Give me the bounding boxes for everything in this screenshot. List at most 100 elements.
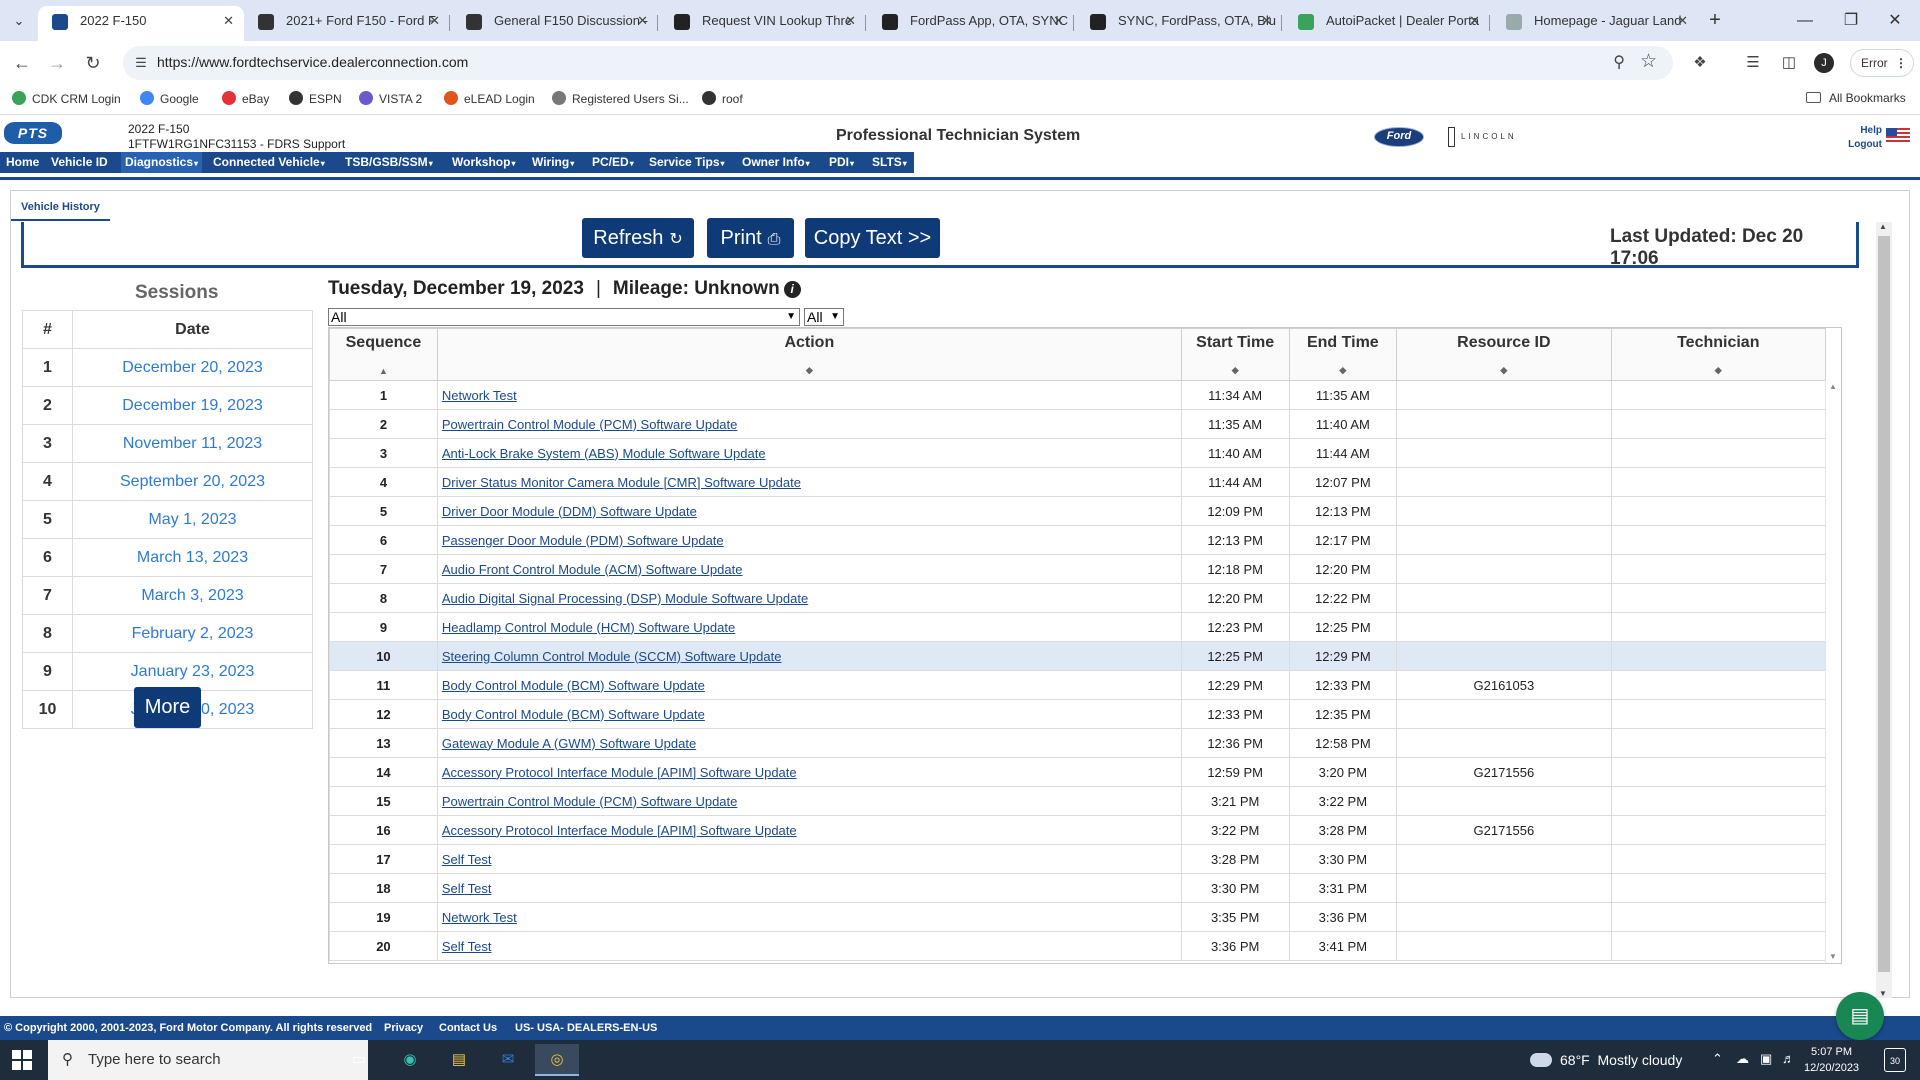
nav-item-pc-ed[interactable]: PC/ED▾ [588, 152, 638, 173]
table-row[interactable]: 11 Body Control Module (BCM) Software Upd… [329, 670, 1827, 700]
browser-tab[interactable]: Request VIN Lookup Thre ✕ [660, 6, 866, 41]
bookmark-item[interactable]: ESPN [289, 91, 342, 106]
weather-widget[interactable]: 68°F Mostly cloudy [1530, 1040, 1682, 1080]
browser-tab[interactable]: FordPass App, OTA, SYNC ✕ [868, 6, 1074, 41]
action-link[interactable]: Accessory Protocol Interface Module [API… [442, 765, 797, 780]
scroll-down-icon[interactable]: ▼ [1879, 989, 1887, 998]
table-row[interactable]: 7 Audio Front Control Module (ACM) Softwa… [329, 554, 1827, 584]
more-sessions-button[interactable]: More [134, 687, 201, 728]
table-row[interactable]: 10 Steering Column Control Module (SCCM) … [329, 641, 1827, 671]
privacy-link[interactable]: Privacy [384, 1016, 423, 1040]
session-row[interactable]: 4 September 20, 2023 [22, 462, 313, 501]
action-link[interactable]: Powertrain Control Module (PCM) Software… [442, 417, 738, 432]
action-cell[interactable]: Headlamp Control Module (HCM) Software U… [436, 612, 1182, 642]
table-row[interactable]: 2 Powertrain Control Module (PCM) Softwar… [329, 409, 1827, 439]
info-icon[interactable]: i [783, 281, 801, 298]
action-link[interactable]: Anti-Lock Brake System (ABS) Module Soft… [442, 446, 766, 461]
grid-scrollbar[interactable]: ▲ ▼ [1825, 380, 1841, 963]
nav-item-slts[interactable]: SLTS▾ [868, 152, 911, 173]
action-cell[interactable]: Anti-Lock Brake System (ABS) Module Soft… [436, 438, 1182, 468]
session-row[interactable]: 8 February 2, 2023 [22, 614, 313, 653]
back-icon[interactable]: ← [9, 50, 35, 76]
table-row[interactable]: 8 Audio Digital Signal Processing (DSP) M… [329, 583, 1827, 613]
session-row[interactable]: 5 May 1, 2023 [22, 500, 313, 539]
session-date-link[interactable]: January 23, 2023 [72, 652, 313, 691]
session-row[interactable]: 2 December 19, 2023 [22, 386, 313, 425]
minimize-icon[interactable]: — [1782, 6, 1828, 36]
session-row[interactable]: 3 November 11, 2023 [22, 424, 313, 463]
nav-item-pdi[interactable]: PDI▾ [825, 152, 858, 173]
table-row[interactable]: 5 Driver Door Module (DDM) Software Updat… [329, 496, 1827, 526]
address-bar[interactable]: ☰ https://www.fordtechservice.dealerconn… [123, 46, 1673, 80]
scrollbar-thumb[interactable] [1878, 236, 1890, 972]
col-action[interactable]: Action ◆ [436, 328, 1182, 381]
us-flag-icon[interactable] [1886, 128, 1910, 144]
table-row[interactable]: 1 Network Test 11:34 AM 11:35 AM [329, 380, 1827, 410]
table-row[interactable]: 17 Self Test 3:28 PM 3:30 PM [329, 844, 1827, 874]
table-row[interactable]: 14 Accessory Protocol Interface Module [A… [329, 757, 1827, 787]
session-date-link[interactable]: March 3, 2023 [72, 576, 313, 615]
tab-close-icon[interactable]: ✕ [845, 6, 856, 36]
taskbar-search-input[interactable]: ⚲ Type here to search [48, 1040, 368, 1080]
action-link[interactable]: Self Test [442, 939, 492, 954]
new-tab-button[interactable]: + [1702, 8, 1728, 34]
action-cell[interactable]: Powertrain Control Module (PCM) Software… [436, 786, 1182, 816]
contact-link[interactable]: Contact Us [439, 1016, 497, 1040]
action-cell[interactable]: Audio Front Control Module (ACM) Softwar… [436, 554, 1182, 584]
page-scrollbar[interactable]: ▲ ▼ [1876, 222, 1892, 998]
action-cell[interactable]: Network Test [436, 902, 1182, 932]
table-row[interactable]: 13 Gateway Module A (GWM) Software Update… [329, 728, 1827, 758]
col-end-time[interactable]: End Time ◆ [1288, 328, 1398, 381]
nav-item-connected-vehicle[interactable]: Connected Vehicle▾ [209, 152, 329, 173]
forward-icon[interactable]: → [44, 50, 70, 76]
pts-logo[interactable]: PTS [4, 122, 62, 144]
action-cell[interactable]: Gateway Module A (GWM) Software Update [436, 728, 1182, 758]
browser-tab[interactable]: Homepage - Jaguar Land ✕ [1492, 6, 1698, 41]
nav-item-wiring[interactable]: Wiring▾ [528, 152, 578, 173]
tab-close-icon[interactable]: ✕ [1053, 6, 1064, 36]
browser-tab[interactable]: SYNC, FordPass, OTA, Blu ✕ [1076, 6, 1282, 41]
restore-icon[interactable]: ❐ [1828, 6, 1874, 36]
session-row[interactable]: 1 December 20, 2023 [22, 348, 313, 387]
session-date-link[interactable]: February 2, 2023 [72, 614, 313, 653]
action-cell[interactable]: Steering Column Control Module (SCCM) So… [436, 641, 1182, 671]
file-explorer-icon[interactable]: ▤ [437, 1044, 481, 1076]
module-filter-select[interactable]: All ▼ [804, 308, 844, 326]
session-date-link[interactable]: September 20, 2023 [72, 462, 313, 501]
tab-close-icon[interactable]: ✕ [1677, 6, 1688, 36]
session-date-link[interactable]: December 20, 2023 [72, 348, 313, 387]
action-link[interactable]: Network Test [442, 910, 517, 925]
print-button[interactable]: Print ⎙ [707, 218, 794, 258]
browser-tab[interactable]: AutoiPacket | Dealer Porta ✕ [1284, 6, 1490, 41]
network-icon[interactable]: ▣ [1760, 1051, 1772, 1067]
tab-vehicle-history[interactable]: Vehicle History [11, 191, 110, 221]
tab-close-icon[interactable]: ✕ [223, 6, 234, 36]
browser-tab[interactable]: 2021+ Ford F150 - Ford F ✕ [244, 6, 450, 41]
notifications-icon[interactable]: 30 [1884, 1048, 1906, 1072]
table-row[interactable]: 19 Network Test 3:35 PM 3:36 PM [329, 902, 1827, 932]
action-link[interactable]: Audio Digital Signal Processing (DSP) Mo… [442, 591, 808, 606]
onedrive-icon[interactable]: ☁ [1736, 1051, 1749, 1067]
action-cell[interactable]: Driver Status Monitor Camera Module [CMR… [436, 467, 1182, 497]
action-link[interactable]: Steering Column Control Module (SCCM) So… [442, 649, 782, 664]
chrome-icon[interactable]: ◎ [535, 1044, 579, 1076]
table-row[interactable]: 12 Body Control Module (BCM) Software Upd… [329, 699, 1827, 729]
reload-icon[interactable]: ↻ [80, 50, 106, 76]
table-row[interactable]: 4 Driver Status Monitor Camera Module [CM… [329, 467, 1827, 497]
action-link[interactable]: Headlamp Control Module (HCM) Software U… [442, 620, 735, 635]
bookmark-item[interactable]: VISTA 2 [359, 91, 422, 106]
windows-start-icon[interactable] [12, 1050, 32, 1070]
session-row[interactable]: 7 March 3, 2023 [22, 576, 313, 615]
action-cell[interactable]: Powertrain Control Module (PCM) Software… [436, 409, 1182, 439]
action-cell[interactable]: Body Control Module (BCM) Software Updat… [436, 670, 1182, 700]
action-link[interactable]: Gateway Module A (GWM) Software Update [442, 736, 696, 751]
session-date-link[interactable]: March 13, 2023 [72, 538, 313, 577]
col-start-time[interactable]: Start Time ◆ [1180, 328, 1290, 381]
side-panel-icon[interactable]: ◫ [1776, 50, 1802, 76]
table-row[interactable]: 9 Headlamp Control Module (HCM) Software … [329, 612, 1827, 642]
action-link[interactable]: Self Test [442, 852, 492, 867]
session-date-link[interactable]: May 1, 2023 [72, 500, 313, 539]
table-row[interactable]: 16 Accessory Protocol Interface Module [A… [329, 815, 1827, 845]
table-row[interactable]: 18 Self Test 3:30 PM 3:31 PM [329, 873, 1827, 903]
action-link[interactable]: Driver Door Module (DDM) Software Update [442, 504, 697, 519]
